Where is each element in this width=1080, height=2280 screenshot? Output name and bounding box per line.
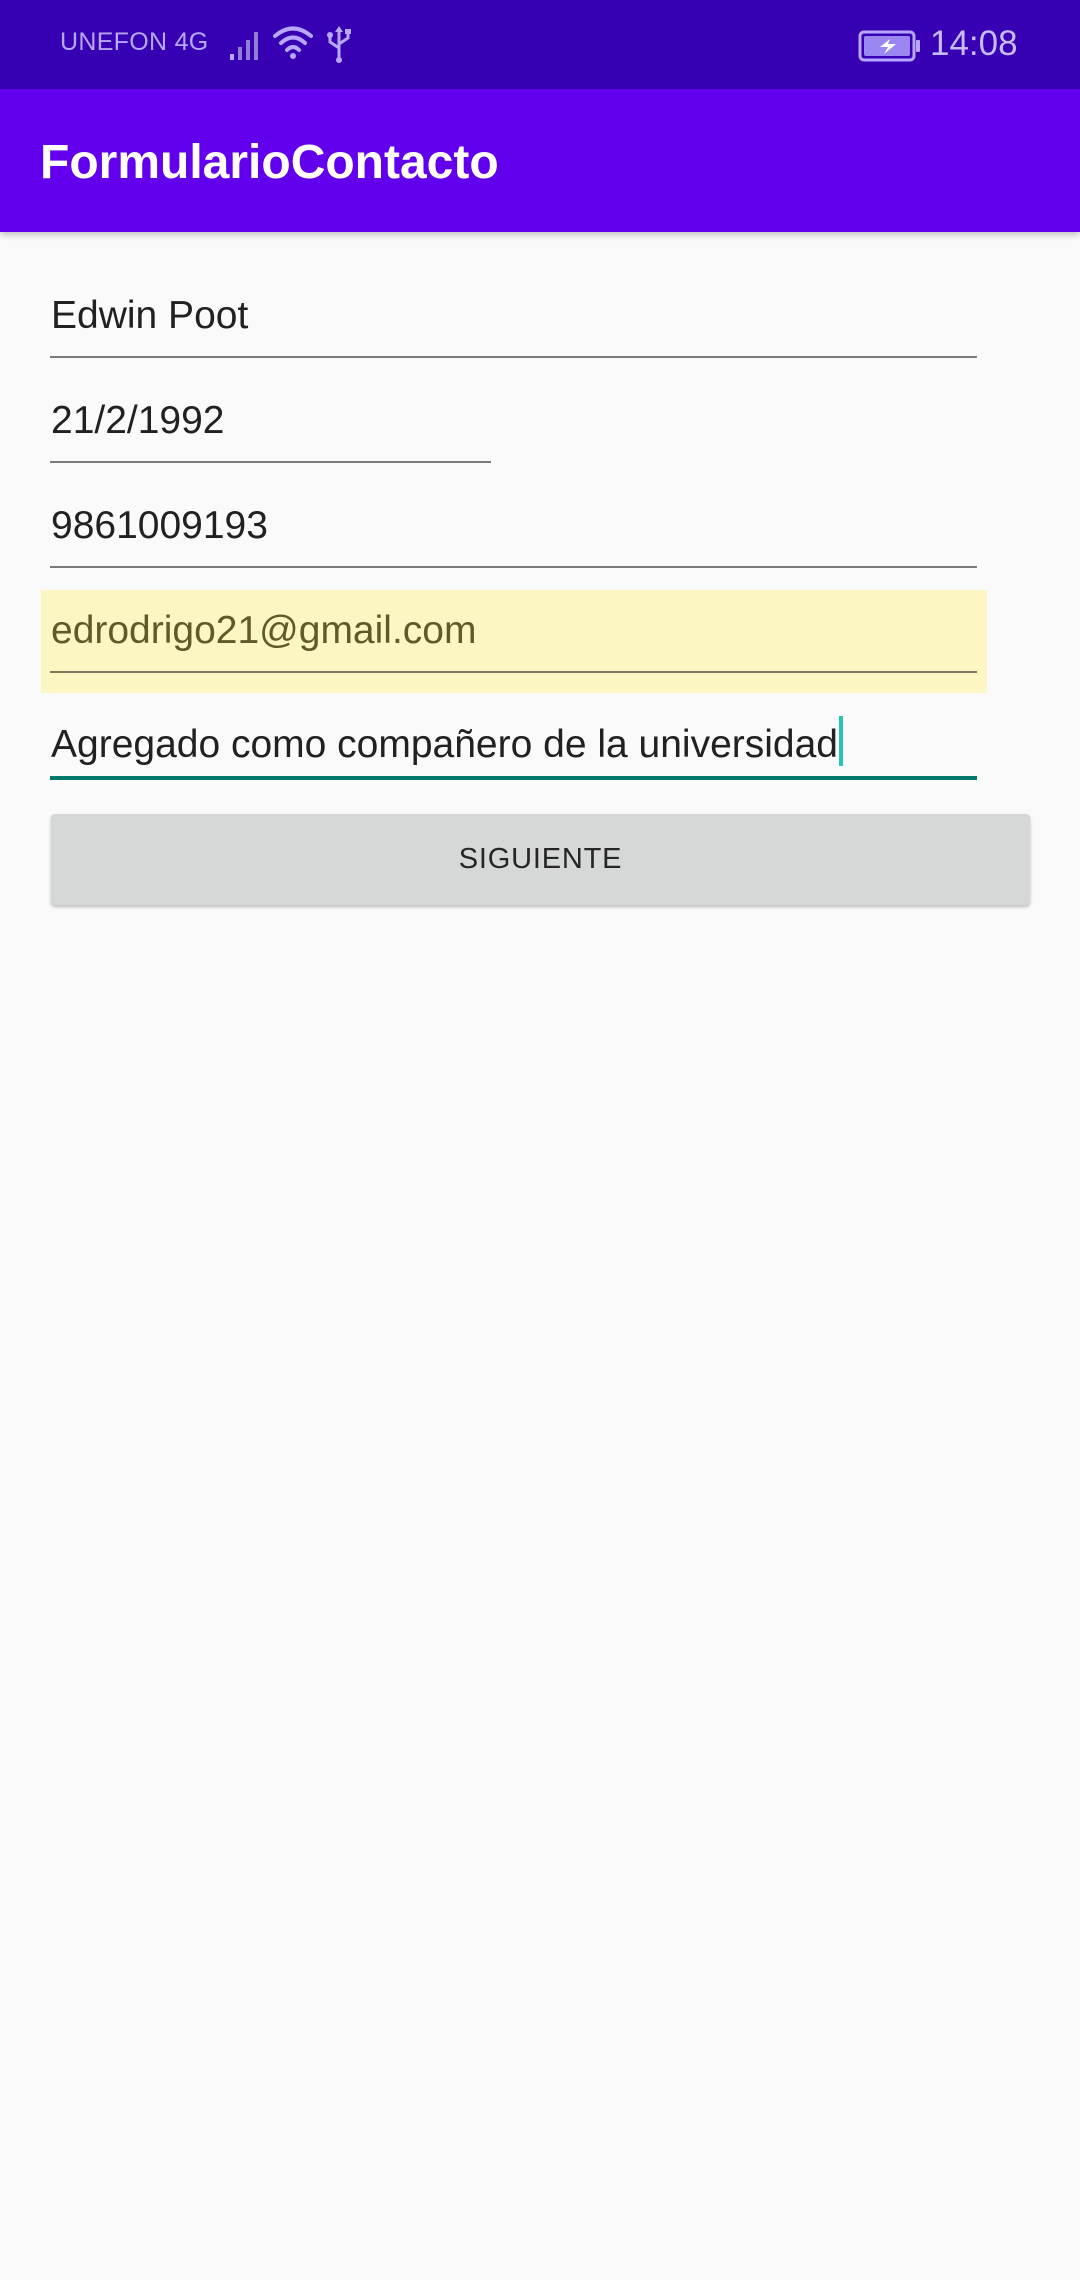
usb-icon: [327, 26, 351, 63]
email-value: edrodrigo21@gmail.com: [51, 609, 477, 652]
app-bar: FormularioContacto: [0, 89, 1080, 232]
phone-value: 9861009193: [51, 504, 268, 547]
description-value: Agregado como compañero de la universida…: [51, 723, 838, 766]
next-button[interactable]: SIGUIENTE: [51, 814, 1030, 905]
birthdate-field[interactable]: 21/2/1992: [50, 389, 491, 463]
signal-icon: [230, 32, 258, 60]
birthdate-underline: [50, 461, 491, 463]
carrier-label: UNEFON 4G: [60, 28, 209, 56]
phone-field[interactable]: 9861009193: [50, 494, 977, 568]
name-value: Edwin Poot: [51, 294, 249, 337]
description-value-wrap: Agregado como compañero de la universida…: [51, 716, 843, 767]
name-underline: [50, 356, 977, 358]
description-field[interactable]: Agregado como compañero de la universida…: [50, 706, 977, 780]
phone-underline: [50, 566, 977, 568]
clock: 14:08: [930, 24, 1018, 63]
email-underline: [50, 671, 977, 673]
description-underline: [50, 776, 977, 780]
status-bar: UNEFON 4G 14:08: [0, 0, 1080, 89]
name-field[interactable]: Edwin Poot: [50, 284, 977, 358]
battery-icon: [858, 30, 920, 62]
email-field[interactable]: edrodrigo21@gmail.com: [50, 599, 977, 673]
screen: UNEFON 4G 14:08 FormularioContacto Edwin…: [0, 0, 1080, 2280]
wifi-icon: [273, 26, 313, 59]
app-title: FormularioContacto: [40, 136, 499, 189]
birthdate-value: 21/2/1992: [51, 399, 225, 442]
text-cursor: [839, 716, 843, 766]
